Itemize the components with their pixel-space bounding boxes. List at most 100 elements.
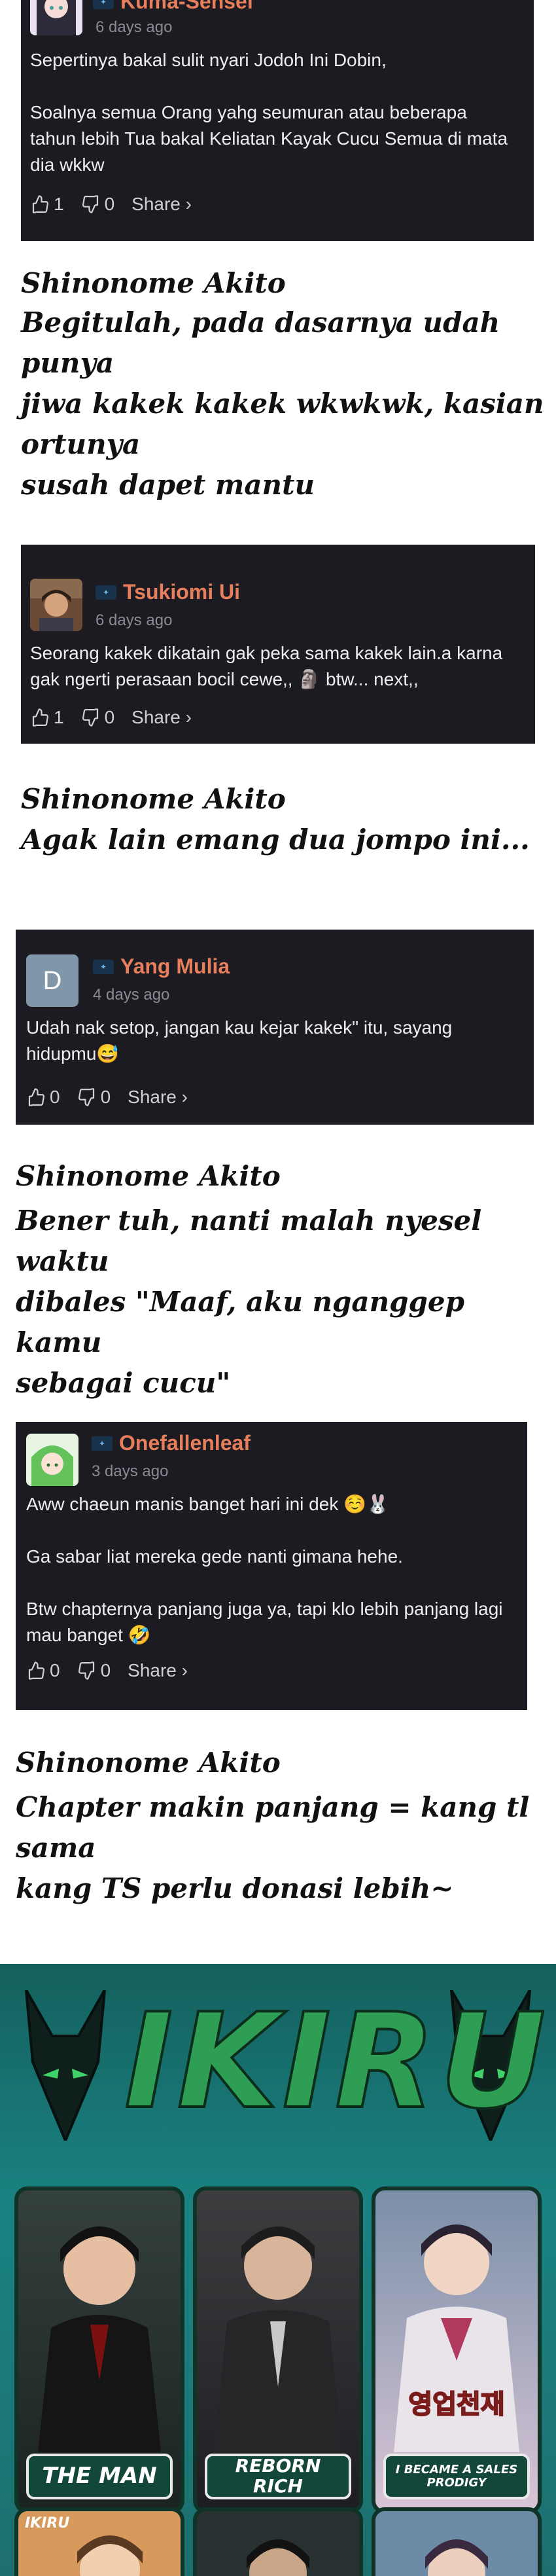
timestamp: 4 days ago xyxy=(93,986,170,1004)
dislike-count: 0 xyxy=(100,1660,111,1680)
avatar[interactable]: D xyxy=(26,954,78,1007)
dislike-button[interactable]: 0 xyxy=(81,707,115,728)
reply-line: kang TS perlu donasi lebih~ xyxy=(16,1872,454,1904)
avatar-letter: D xyxy=(43,966,62,995)
like-button[interactable]: 0 xyxy=(26,1660,60,1681)
share-label: Share › xyxy=(131,707,192,727)
thumbs-up-icon xyxy=(32,708,48,727)
reply-text: Begitulah, pada dasarnya udah punya jiwa… xyxy=(21,302,544,505)
avatar[interactable] xyxy=(26,1434,78,1486)
avatar-character-icon xyxy=(30,579,82,631)
share-button[interactable]: Share › xyxy=(128,1087,188,1108)
thumbs-down-icon xyxy=(82,708,98,727)
manga-card[interactable]: 영업천재 I BECAME A SALES PRODIGY xyxy=(372,2186,542,2514)
manga-cover-art xyxy=(247,2539,309,2576)
svg-text:영업천재: 영업천재 xyxy=(408,2389,504,2420)
like-button[interactable]: 1 xyxy=(30,194,64,215)
manga-card[interactable]: THE MAN xyxy=(14,2186,184,2514)
username[interactable]: Yang Mulia xyxy=(120,954,230,979)
username[interactable]: Kuma-Sensei xyxy=(120,0,253,14)
avatar-anime-girl-icon xyxy=(30,0,82,35)
reply-line: susah dapet mantu xyxy=(21,469,315,501)
manga-title: THE MAN xyxy=(26,2454,173,2499)
reply-line: Chapter makin panjang = kang tl sama xyxy=(16,1791,530,1864)
wolf-head-icon xyxy=(25,1990,106,2141)
mini-logo: IKIRU xyxy=(25,2515,70,2531)
dislike-button[interactable]: 0 xyxy=(77,1087,111,1108)
reply-line: jiwa kakek kakek wkwkwk, kasian ortunya xyxy=(21,388,544,460)
username[interactable]: Onefallenleaf xyxy=(119,1431,251,1455)
dislike-button[interactable]: 0 xyxy=(77,1660,111,1681)
timestamp: 6 days ago xyxy=(96,18,173,36)
comment-paragraph: Udah nak setop, jangan kau kejar kakek" … xyxy=(26,1017,458,1064)
like-count: 1 xyxy=(54,707,64,727)
manga-cover-art xyxy=(214,2226,342,2452)
avatar[interactable] xyxy=(30,579,82,631)
comment-body: Seorang kakek dikatain gak peka sama kak… xyxy=(30,640,527,693)
username-row: ✦ Kuma-Sensei xyxy=(93,0,253,14)
reply-text: Chapter makin panjang = kang tl sama kan… xyxy=(16,1787,546,1909)
comment-actions: 0 0 Share › xyxy=(26,1660,205,1681)
manga-card[interactable] xyxy=(193,2507,363,2576)
comment-body: Udah nak setop, jangan kau kejar kakek" … xyxy=(26,1015,523,1067)
manga-cover-art xyxy=(425,2539,488,2576)
like-count: 0 xyxy=(50,1660,60,1680)
thumbs-up-icon xyxy=(32,195,48,213)
thumbs-down-icon xyxy=(78,1088,94,1106)
like-count: 1 xyxy=(54,194,64,214)
page: ✦ Kuma-Sensei 6 days ago Sepertinya baka… xyxy=(0,0,556,2576)
reply-author: Shinonome Akito xyxy=(21,783,286,815)
reply-line: Agak lain emang dua jompo ini... xyxy=(21,824,530,856)
reply-line: Bener tuh, nanti malah nyesel waktu xyxy=(16,1205,482,1277)
share-button[interactable]: Share › xyxy=(128,1660,188,1681)
flag-icon: ✦ xyxy=(96,585,116,600)
avatar[interactable] xyxy=(30,0,82,35)
manga-card[interactable] xyxy=(372,2507,542,2576)
comment-paragraph: Soalnya semua Orang yahg seumuran atau b… xyxy=(30,102,513,175)
username-row: ✦ Onefallenleaf xyxy=(92,1431,251,1455)
comment-paragraph xyxy=(30,73,514,100)
dislike-button[interactable]: 0 xyxy=(81,194,114,215)
thumbs-up-icon xyxy=(28,1661,44,1680)
flag-icon: ✦ xyxy=(92,1436,113,1451)
comment-paragraph xyxy=(26,1570,517,1596)
dislike-count: 0 xyxy=(100,1087,111,1107)
thumbs-up-icon xyxy=(28,1088,44,1106)
comment-actions: 1 0 Share › xyxy=(30,194,209,215)
manga-title: I BECAME A SALES PRODIGY xyxy=(383,2454,530,2499)
like-count: 0 xyxy=(50,1087,60,1107)
manga-card[interactable]: IKIRU xyxy=(14,2507,184,2576)
dislike-count: 0 xyxy=(104,707,115,727)
reply-author: Shinonome Akito xyxy=(16,1747,281,1779)
comment-paragraph: Sepertinya bakal sulit nyari Jodoh Ini D… xyxy=(30,50,387,70)
comment-actions: 0 0 Share › xyxy=(26,1087,205,1108)
reply-line: sebagai cucu" xyxy=(16,1367,231,1399)
flag-icon: ✦ xyxy=(93,0,114,9)
reply-text: Agak lain emang dua jompo ini... xyxy=(21,820,544,860)
comment-paragraph xyxy=(26,1517,517,1544)
reply-author: Shinonome Akito xyxy=(16,1160,281,1192)
comment-card: D ✦ Yang Mulia 4 days ago Udah nak setop… xyxy=(16,930,534,1125)
username[interactable]: Tsukiomi Ui xyxy=(123,580,240,604)
comment-card: ✦ Kuma-Sensei 6 days ago Sepertinya baka… xyxy=(21,0,534,241)
reply-line: Begitulah, pada dasarnya udah punya xyxy=(21,306,500,379)
share-button[interactable]: Share › xyxy=(131,707,192,728)
like-button[interactable]: 0 xyxy=(26,1087,60,1108)
promo-banner[interactable]: IKIRU THE MAN REBORN RICH 영업천재 I BECAME … xyxy=(0,1964,556,2576)
username-row: ✦ Tsukiomi Ui xyxy=(96,580,240,604)
comment-actions: 1 0 Share › xyxy=(30,707,209,728)
share-button[interactable]: Share › xyxy=(131,194,192,215)
comment-paragraph: Ga sabar liat mereka gede nanti gimana h… xyxy=(26,1546,403,1567)
share-label: Share › xyxy=(128,1660,188,1680)
avatar-anime-green-hair-icon xyxy=(26,1434,78,1486)
thumbs-down-icon xyxy=(78,1661,94,1680)
reply-text: Bener tuh, nanti malah nyesel waktu diba… xyxy=(16,1201,546,1404)
manga-card[interactable]: REBORN RICH xyxy=(193,2186,363,2514)
reply-line: dibales "Maaf, aku nganggep kamu xyxy=(16,1286,464,1358)
share-label: Share › xyxy=(131,194,192,214)
timestamp: 3 days ago xyxy=(92,1462,169,1480)
comment-paragraph: Seorang kakek dikatain gak peka sama kak… xyxy=(30,643,508,689)
like-button[interactable]: 1 xyxy=(30,707,64,728)
username-row: ✦ Yang Mulia xyxy=(93,954,230,979)
thumbs-down-icon xyxy=(82,195,98,213)
